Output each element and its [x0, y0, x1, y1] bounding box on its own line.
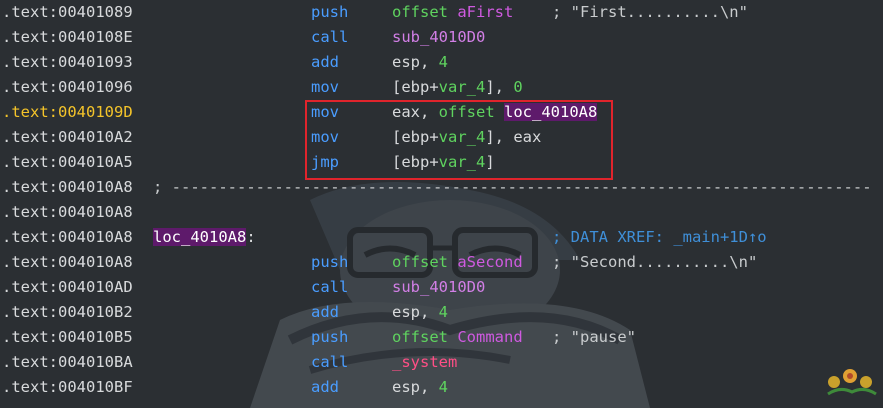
instruction-mnemonic[interactable]: push [311, 250, 348, 275]
line-address: .text:004010BF [2, 378, 133, 396]
line-address: .text:00401089 [2, 3, 133, 21]
line-address: .text:004010A2 [2, 128, 133, 146]
line-address: .text:0040109D [2, 103, 133, 121]
operand-token: offset [392, 253, 448, 271]
listing-line[interactable]: .text:00401096 mov [ebp+var_4], 0 [0, 75, 883, 100]
line-comment: ; "Second..........\n" [552, 253, 758, 271]
operand-token: offset [392, 3, 448, 21]
line-address: .text:00401096 [2, 78, 133, 96]
operand-token: offset [392, 328, 448, 346]
operand-token[interactable]: aFirst [457, 3, 513, 21]
line-address: .text:0040108E [2, 28, 133, 46]
disassembly-listing: .text:00401089 push offset aFirst ; "First.… [0, 0, 883, 400]
operand-token[interactable]: var_4 [439, 78, 486, 96]
operand-token: esp, [392, 378, 439, 396]
listing-line[interactable]: .text:004010BA call _system [0, 350, 883, 375]
operand-token: 4 [438, 53, 449, 71]
instruction-mnemonic[interactable]: mov [311, 75, 339, 100]
instruction-operands: offset aSecond [392, 250, 523, 275]
operand-token: esp, [392, 53, 439, 71]
line-address: .text:00401093 [2, 53, 133, 71]
listing-line[interactable]: .text:00401089 push offset aFirst ; "First.… [0, 0, 883, 25]
instruction-operands: sub_4010D0 [392, 275, 485, 300]
instruction-operands: offset aFirst [392, 0, 513, 25]
instruction-operands: _system [392, 350, 457, 375]
code-label-name[interactable]: loc_4010A8 [153, 228, 247, 246]
code-label-colon: : [246, 228, 256, 246]
operand-token: ], [485, 78, 514, 96]
line-address: .text:004010A8 [2, 228, 133, 246]
line-address: .text:004010A8 [2, 203, 133, 221]
operand-token[interactable]: sub_4010D0 [392, 278, 485, 296]
line-address: .text:004010A5 [2, 153, 133, 171]
operand-token[interactable]: _system [392, 353, 457, 371]
xref-comment[interactable]: ; DATA XREF: _main+1D↑o [552, 225, 767, 250]
instruction-operands: esp, 4 [392, 50, 448, 75]
operand-token: 0 [513, 78, 523, 96]
instruction-mnemonic[interactable]: add [311, 50, 339, 75]
line-comment: ; "First..........\n" [552, 3, 748, 21]
listing-line[interactable]: .text:0040108E call sub_4010D0 [0, 25, 883, 50]
listing-line[interactable]: .text:004010B2 add esp, 4 [0, 300, 883, 325]
listing-line[interactable]: .text:004010AD call sub_4010D0 [0, 275, 883, 300]
instruction-mnemonic[interactable]: call [311, 275, 348, 300]
operand-token [448, 328, 457, 346]
instruction-operands: [ebp+var_4], 0 [392, 75, 523, 100]
operand-token [448, 253, 457, 271]
listing-line[interactable]: .text:004010BF add esp, 4 [0, 375, 883, 400]
operand-token [448, 3, 457, 21]
instruction-operands: esp, 4 [392, 375, 448, 400]
flower-logo-icon [827, 369, 877, 396]
instruction-operands: offset Command [392, 325, 523, 350]
operand-token[interactable]: aSecond [457, 253, 522, 271]
instruction-mnemonic[interactable]: push [311, 325, 348, 350]
listing-line[interactable]: .text:004010A8 push offset aSecond ; "Secon… [0, 250, 883, 275]
line-address: .text:004010A8 [2, 253, 133, 271]
instruction-mnemonic[interactable]: call [311, 25, 348, 50]
line-address: .text:004010A8 [2, 178, 133, 196]
instruction-mnemonic[interactable]: add [311, 300, 339, 325]
listing-line[interactable]: .text:004010A8 loc_4010A8: ; DATA XREF: _m… [0, 225, 883, 250]
line-address: .text:004010B5 [2, 328, 133, 346]
operand-token[interactable]: sub_4010D0 [392, 28, 485, 46]
highlight-box [305, 100, 613, 180]
operand-token: [ebp+ [392, 78, 439, 96]
listing-line[interactable]: .text:004010A8 [0, 200, 883, 225]
operand-token: 4 [438, 303, 449, 321]
listing-line[interactable]: .text:004010B5 push offset Command ; "pause… [0, 325, 883, 350]
instruction-mnemonic[interactable]: call [311, 350, 348, 375]
operand-token: 4 [438, 378, 449, 396]
code-label[interactable]: loc_4010A8: [153, 225, 256, 250]
instruction-operands: esp, 4 [392, 300, 448, 325]
line-address: .text:004010BA [2, 353, 133, 371]
operand-token: esp, [392, 303, 439, 321]
instruction-mnemonic[interactable]: push [311, 0, 348, 25]
operand-token[interactable]: Command [457, 328, 522, 346]
listing-line[interactable]: .text:00401093 add esp, 4 [0, 50, 883, 75]
line-address: .text:004010B2 [2, 303, 133, 321]
line-address: .text:004010AD [2, 278, 133, 296]
line-comment: ; "pause" [552, 328, 636, 346]
instruction-mnemonic[interactable]: add [311, 375, 339, 400]
instruction-operands: sub_4010D0 [392, 25, 485, 50]
